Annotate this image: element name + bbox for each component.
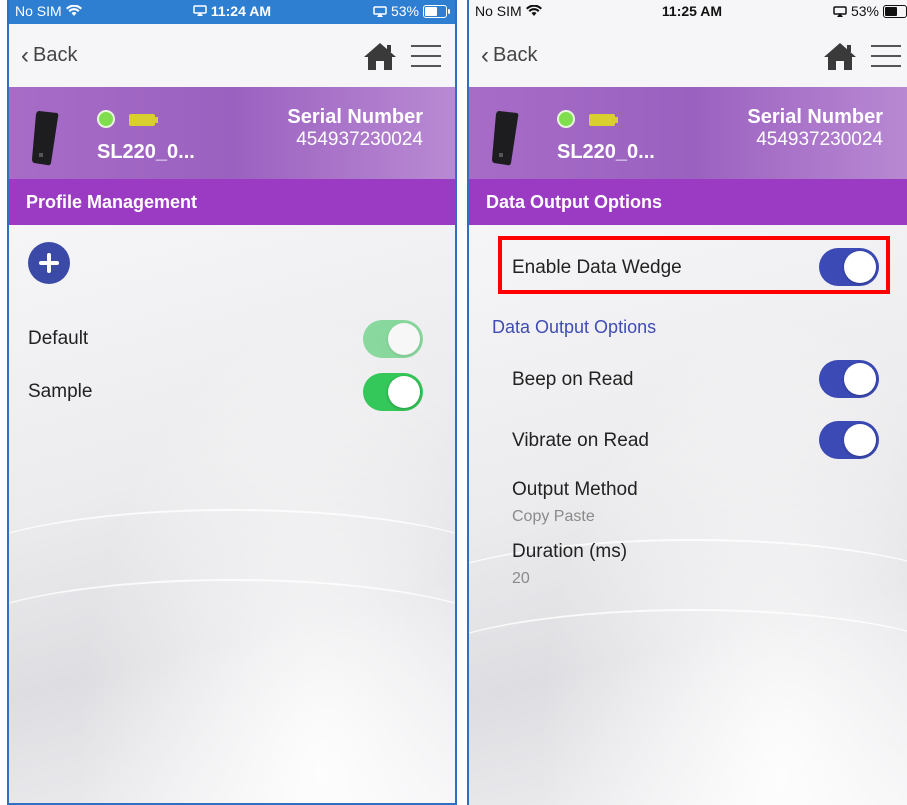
beep-on-read-toggle[interactable] xyxy=(819,360,879,398)
device-name: SL220_0... xyxy=(557,141,655,163)
duration-label[interactable]: Duration (ms) xyxy=(512,541,627,563)
back-button[interactable]: ‹ Back xyxy=(481,41,538,69)
highlight-box xyxy=(498,236,890,294)
battery-icon xyxy=(883,4,907,18)
output-method-label[interactable]: Output Method xyxy=(512,479,638,501)
background-swoosh xyxy=(9,579,455,701)
serial-number-label: Serial Number xyxy=(287,106,423,128)
status-time: 11:25 AM xyxy=(661,3,723,19)
back-label: Back xyxy=(33,44,78,66)
section-title: Data Output Options xyxy=(469,179,907,225)
serial-number-label: Serial Number xyxy=(747,106,883,128)
home-icon[interactable] xyxy=(823,41,857,71)
device-battery-icon xyxy=(589,114,618,126)
device-header: SL220_0... Serial Number 454937230024 xyxy=(469,87,907,179)
chevron-left-icon: ‹ xyxy=(481,41,489,69)
profile-toggle-default[interactable] xyxy=(363,320,423,358)
device-name: SL220_0... xyxy=(97,141,195,163)
beep-on-read-label: Beep on Read xyxy=(512,369,634,390)
right-screen: No SIM 11:25 AM 53% ‹ Back SL220_0... Se… xyxy=(467,0,907,805)
serial-number-value: 454937230024 xyxy=(296,129,423,150)
duration-value: 20 xyxy=(512,570,530,587)
status-bar: No SIM 11:24 AM 53% xyxy=(9,0,455,24)
data-output-group-title: Data Output Options xyxy=(492,317,657,337)
battery-percent: 53% xyxy=(850,3,879,19)
status-time: 11:24 AM xyxy=(210,3,272,19)
status-bar: No SIM 11:25 AM 53% xyxy=(469,0,907,24)
connection-status-icon xyxy=(557,110,575,128)
nav-bar: ‹ Back xyxy=(9,24,455,87)
section-title: Profile Management xyxy=(9,179,455,225)
chevron-left-icon: ‹ xyxy=(21,41,29,69)
battery-icon xyxy=(423,4,450,18)
profile-toggle-sample[interactable] xyxy=(363,373,423,411)
device-header: SL220_0... Serial Number 454937230024 xyxy=(9,87,455,179)
left-screen: No SIM 11:24 AM 53% ‹ Back SL220_0... Se… xyxy=(7,0,457,805)
hamburger-menu-icon[interactable] xyxy=(869,41,903,71)
back-label: Back xyxy=(493,44,538,66)
nav-bar: ‹ Back xyxy=(469,24,907,87)
hamburger-menu-icon[interactable] xyxy=(409,41,443,71)
profile-label-default: Default xyxy=(28,328,89,349)
home-icon[interactable] xyxy=(363,41,397,71)
profile-label-sample: Sample xyxy=(28,381,93,402)
back-button[interactable]: ‹ Back xyxy=(21,41,78,69)
screen-mirror-icon xyxy=(373,5,387,17)
content-area: Profile Management Default Sample xyxy=(9,179,455,803)
scanner-device-icon xyxy=(492,111,519,166)
output-method-value: Copy Paste xyxy=(512,508,595,525)
screen-mirror-icon xyxy=(193,5,207,16)
vibrate-on-read-label: Vibrate on Read xyxy=(512,430,649,451)
background-swoosh xyxy=(469,609,907,731)
serial-number-value: 454937230024 xyxy=(756,129,883,150)
connection-status-icon xyxy=(97,110,115,128)
add-profile-button[interactable] xyxy=(28,242,70,284)
battery-percent: 53% xyxy=(390,3,419,19)
vibrate-on-read-toggle[interactable] xyxy=(819,421,879,459)
scanner-device-icon xyxy=(32,111,59,166)
device-battery-icon xyxy=(129,114,158,126)
screen-mirror-icon xyxy=(833,5,847,17)
